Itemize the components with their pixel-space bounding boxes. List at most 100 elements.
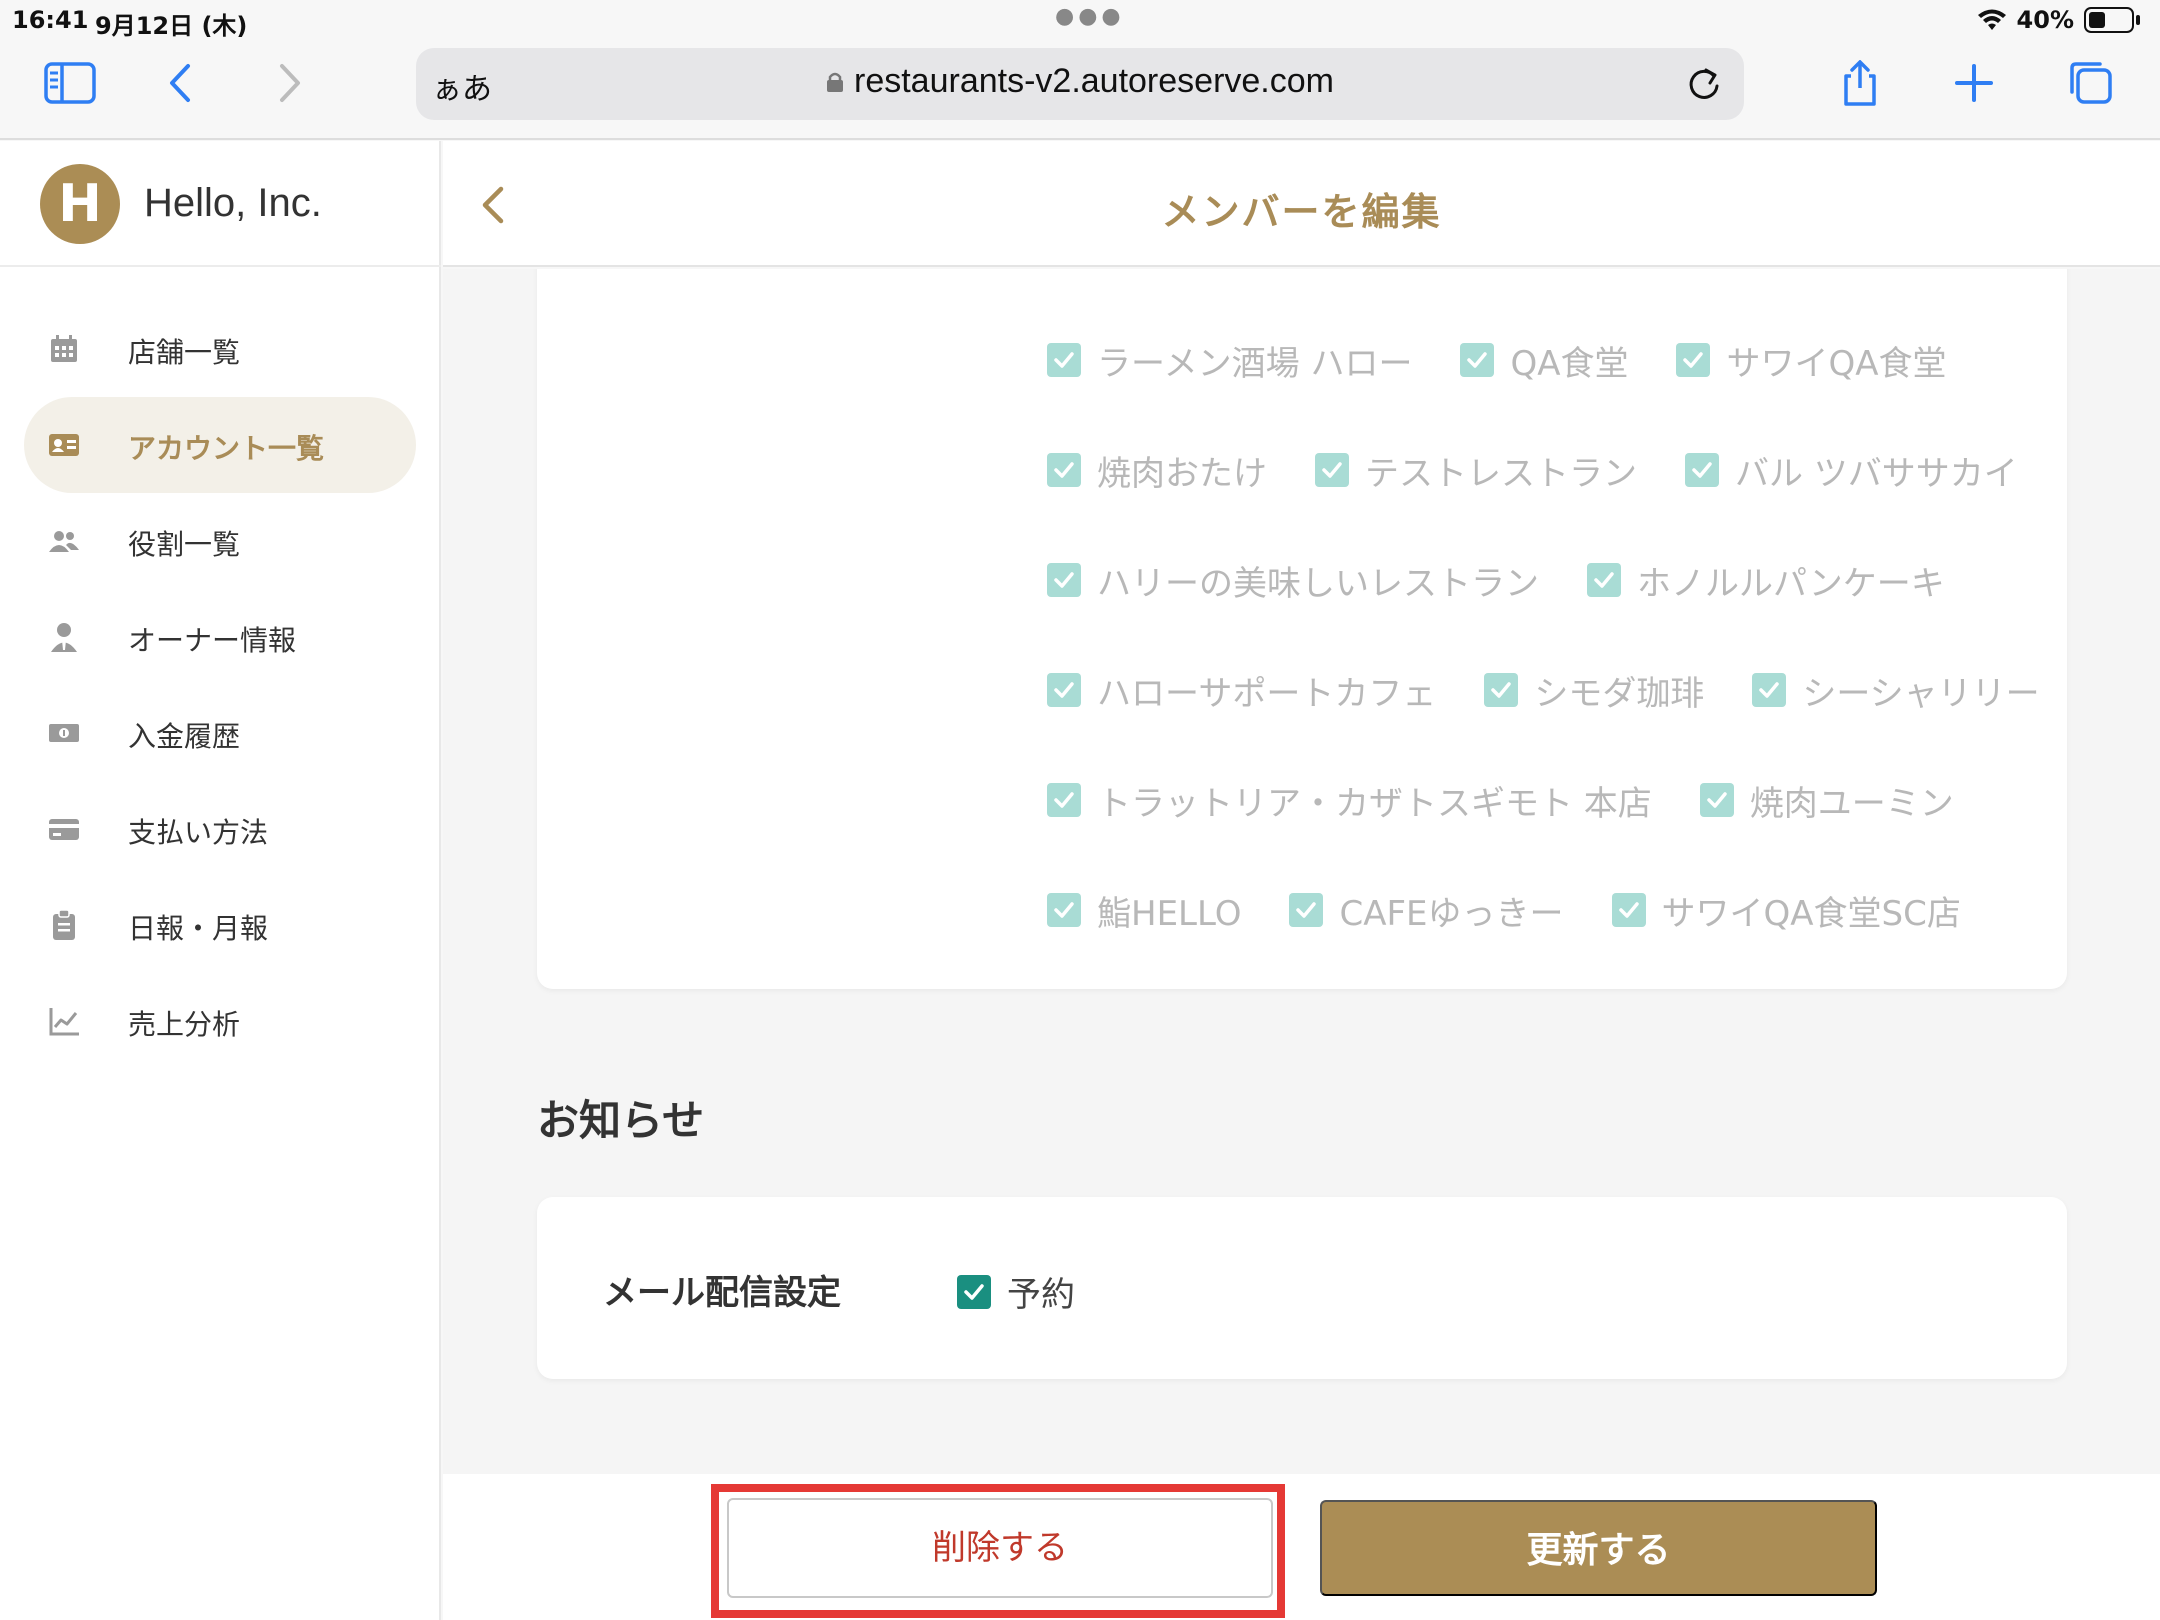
sidebar-item-accounts[interactable]: アカウント一覧 (0, 397, 441, 493)
status-time: 16:41 (12, 6, 89, 34)
sidebar-item-label: 日報・月報 (128, 912, 269, 945)
store-row: ハローサポートカフェ シモダ珈琲 シーシャリリー (1047, 635, 2047, 745)
store-label: ハリーの美味しいレストラン (1097, 563, 1539, 604)
checkbox-checked-icon (1752, 673, 1787, 707)
store-label: 焼肉ユーミン (1749, 783, 1954, 824)
store-checkbox[interactable]: 焼肉おたけ (1047, 446, 1267, 495)
checkbox-checked-icon (957, 1274, 991, 1309)
checkbox-checked-icon (1047, 343, 1081, 377)
action-footer: 削除する 更新する (443, 1474, 2160, 1620)
checkbox-checked-icon (1611, 893, 1646, 927)
battery-cap (2136, 15, 2140, 25)
store-checkbox[interactable]: 鮨HELLO (1047, 886, 1241, 935)
store-checkbox[interactable]: サワイQA食堂 (1676, 336, 1947, 385)
checkbox-checked-icon (1047, 673, 1081, 707)
sidebar-item-reports[interactable]: 日報・月報 (0, 877, 441, 973)
store-checkbox[interactable]: シーシャリリー (1752, 666, 2040, 715)
checkbox-checked-icon (1685, 453, 1719, 487)
store-label: 焼肉おたけ (1097, 453, 1267, 494)
store-checkbox[interactable]: シモダ珈琲 (1484, 666, 1704, 715)
sidebar-item-sales-analysis[interactable]: 売上分析 (0, 973, 441, 1069)
sidebar-item-label: 入金履歴 (128, 720, 241, 753)
store-checkbox[interactable]: バル ツバササカイ (1685, 446, 2018, 495)
checkbox-checked-icon (1699, 783, 1734, 817)
multitasking-dots-icon[interactable]: ●●● (1055, 4, 1125, 29)
checkbox-checked-icon (1315, 453, 1349, 487)
sidebar-item-deposits[interactable]: 入金履歴 (0, 685, 441, 781)
store-label: ホノルルパンケーキ (1637, 563, 1945, 604)
notifications-heading: お知らせ (537, 1096, 705, 1145)
sidebar-item-label: 役割一覧 (128, 528, 241, 561)
sidebar-toggle-icon[interactable] (40, 58, 100, 108)
store-permissions-card: ラーメン酒場 ハロー QA食堂 サワイQA食堂 焼肉おたけ テストレストラン バ… (537, 269, 2067, 989)
sidebar-item-label: 店舗一覧 (128, 336, 241, 369)
store-label: ハローサポートカフェ (1097, 673, 1437, 714)
new-tab-icon[interactable] (1944, 58, 2004, 108)
store-label: シモダ珈琲 (1534, 673, 1705, 714)
sidebar: H Hello, Inc. 店舗一覧 アカウント一覧 役割一覧 オーナー情報 入… (0, 141, 441, 1620)
id-card-icon (49, 434, 79, 456)
sidebar-item-roles[interactable]: 役割一覧 (0, 493, 441, 589)
store-checkbox[interactable]: ラーメン酒場 ハロー (1047, 336, 1412, 385)
brand-header: H Hello, Inc. (0, 141, 441, 267)
store-checkbox[interactable]: ホノルルパンケーキ (1587, 556, 1945, 605)
store-checkbox[interactable]: CAFEゆっきー (1289, 886, 1564, 935)
main-content[interactable]: ラーメン酒場 ハロー QA食堂 サワイQA食堂 焼肉おたけ テストレストラン バ… (443, 269, 2160, 1474)
sidebar-item-owner[interactable]: オーナー情報 (0, 589, 441, 685)
sidebar-item-payment[interactable]: 支払い方法 (0, 781, 441, 877)
store-row: ハリーの美味しいレストラン ホノルルパンケーキ (1047, 525, 2047, 635)
store-checkbox[interactable]: ハローサポートカフェ (1047, 666, 1436, 715)
store-label: CAFEゆっきー (1339, 893, 1564, 934)
reservation-mail-label: 予約 (1007, 1275, 1075, 1315)
checkbox-checked-icon (1484, 673, 1519, 707)
store-label: トラットリア・カザトスギモト 本店 (1097, 783, 1652, 824)
sidebar-item-label: 売上分析 (128, 1008, 241, 1041)
store-label: QA食堂 (1510, 343, 1629, 384)
store-checkbox[interactable]: 焼肉ユーミン (1699, 776, 1954, 825)
browser-forward-icon[interactable] (258, 58, 318, 108)
store-checkbox[interactable]: QA食堂 (1460, 336, 1628, 385)
reload-icon[interactable] (1684, 64, 1724, 104)
delete-button[interactable]: 削除する (727, 1498, 1273, 1598)
avatar: H (40, 164, 120, 244)
store-row: 焼肉おたけ テストレストラン バル ツバササカイ (1047, 415, 2047, 525)
url-text: restaurants-v2.autoreserve.com (854, 62, 1334, 100)
wifi-icon (1977, 9, 2006, 30)
calendar-icon (51, 335, 77, 362)
status-date: 9月12日 (木) (95, 12, 248, 40)
checkbox-checked-icon (1047, 563, 1081, 597)
store-checkbox[interactable]: テストレストラン (1315, 446, 1637, 495)
share-icon[interactable] (1830, 58, 1890, 108)
store-label: 鮨HELLO (1097, 893, 1242, 934)
store-label: サワイQA食堂SC店 (1661, 893, 1961, 934)
store-checkbox[interactable]: トラットリア・カザトスギモト 本店 (1047, 776, 1652, 825)
reservation-mail-checkbox[interactable]: 予約 (957, 1267, 1075, 1316)
company-name: Hello, Inc. (144, 181, 322, 225)
store-checkbox[interactable]: サワイQA食堂SC店 (1611, 886, 1961, 935)
user-tie-icon (51, 623, 77, 652)
checkbox-checked-icon (1047, 893, 1081, 927)
store-row: 鮨HELLO CAFEゆっきー サワイQA食堂SC店 (1047, 855, 2047, 965)
checkbox-checked-icon (1047, 783, 1081, 817)
store-row: トラットリア・カザトスギモト 本店 焼肉ユーミン (1047, 745, 2047, 855)
sidebar-item-label: 支払い方法 (128, 816, 269, 849)
checkbox-checked-icon (1047, 453, 1081, 487)
browser-toolbar: ぁあ restaurants-v2.autoreserve.com (0, 40, 2160, 140)
credit-card-icon (49, 819, 79, 840)
line-chart-icon (49, 1008, 79, 1036)
battery-percentage: 40% (2016, 6, 2074, 34)
checkbox-checked-icon (1460, 343, 1495, 377)
url-display[interactable]: restaurants-v2.autoreserve.com (416, 62, 1744, 101)
store-checkbox[interactable]: ハリーの美味しいレストラン (1047, 556, 1539, 605)
users-icon (49, 531, 79, 552)
store-label: バル ツバササカイ (1735, 453, 2018, 494)
tabs-overview-icon[interactable] (2060, 58, 2120, 108)
browser-back-icon[interactable] (152, 58, 212, 108)
store-checkbox-grid: ラーメン酒場 ハロー QA食堂 サワイQA食堂 焼肉おたけ テストレストラン バ… (1047, 305, 2047, 965)
sidebar-item-stores[interactable]: 店舗一覧 (0, 301, 441, 397)
update-button[interactable]: 更新する (1320, 1500, 1877, 1596)
address-bar[interactable]: ぁあ restaurants-v2.autoreserve.com (416, 48, 1744, 120)
status-indicators: 40% (1977, 6, 2140, 34)
mail-settings-card: メール配信設定 予約 (537, 1197, 2067, 1379)
store-label: ラーメン酒場 ハロー (1097, 343, 1413, 384)
